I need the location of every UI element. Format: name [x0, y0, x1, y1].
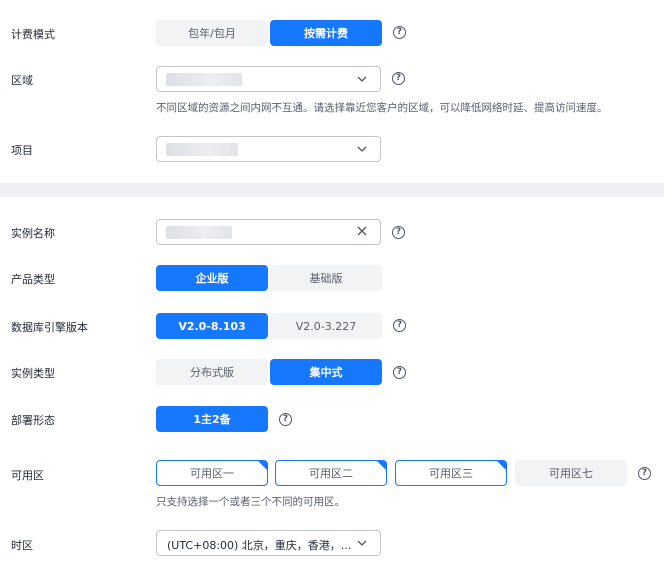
region-value-redacted — [166, 73, 242, 86]
az-option-7[interactable]: 可用区七 — [515, 460, 627, 486]
az-row: 可用区 可用区一 可用区二 可用区三 可用区七 ? 只支持选择一个或者三个不同的… — [0, 460, 664, 510]
region-row: 区域 ? 不同区域的资源之间内网不互通。请选择靠近您客户的区域，可以降低网络时延… — [0, 66, 664, 116]
project-label: 项目 — [11, 144, 33, 157]
region-hint: 不同区域的资源之间内网不互通。请选择靠近您客户的区域，可以降低网络时延、提高访问… — [156, 102, 608, 114]
instance-type-option-distributed[interactable]: 分布式版 — [156, 359, 268, 385]
help-icon[interactable]: ? — [638, 467, 651, 480]
help-icon[interactable]: ? — [393, 366, 406, 379]
deployment-option-1p2s[interactable]: 1主2备 — [156, 406, 268, 432]
timezone-value: (UTC+08:00) 北京，重庆，香港，... — [167, 539, 352, 552]
instance-name-value-redacted — [166, 226, 232, 239]
product-type-label: 产品类型 — [11, 273, 55, 286]
engine-version-option-3227[interactable]: V2.0-3.227 — [270, 313, 382, 339]
clear-icon[interactable] — [356, 225, 368, 237]
project-select[interactable] — [156, 136, 381, 162]
billing-option-pay-per-use[interactable]: 按需计费 — [270, 20, 382, 46]
instance-type-label: 实例类型 — [11, 367, 55, 380]
instance-type-option-centralized[interactable]: 集中式 — [270, 359, 382, 385]
timezone-row: 时区 (UTC+08:00) 北京，重庆，香港，... — [0, 530, 664, 556]
product-option-basic[interactable]: 基础版 — [270, 265, 382, 291]
product-option-enterprise[interactable]: 企业版 — [156, 265, 268, 291]
az-option-3[interactable]: 可用区三 — [395, 460, 507, 486]
chevron-down-icon — [357, 146, 367, 152]
chevron-down-icon — [357, 540, 367, 546]
az-option-3-label: 可用区三 — [429, 467, 473, 480]
instance-name-label: 实例名称 — [11, 227, 55, 240]
help-icon[interactable]: ? — [393, 26, 406, 39]
section-divider — [0, 183, 664, 197]
az-label: 可用区 — [11, 469, 44, 482]
help-icon[interactable]: ? — [392, 226, 405, 239]
instance-type-row: 实例类型 分布式版 集中式 ? — [0, 359, 664, 385]
engine-version-row: 数据库引擎版本 V2.0-8.103 V2.0-3.227 ? — [0, 313, 664, 339]
project-value-redacted — [166, 143, 238, 156]
billing-mode-label: 计费模式 — [11, 28, 55, 41]
product-type-row: 产品类型 企业版 基础版 — [0, 265, 664, 291]
engine-version-label: 数据库引擎版本 — [11, 321, 88, 334]
help-icon[interactable]: ? — [392, 72, 405, 85]
timezone-label: 时区 — [11, 539, 33, 552]
deployment-row: 部署形态 1主2备 ? — [0, 406, 664, 432]
help-icon[interactable]: ? — [393, 319, 406, 332]
billing-mode-row: 计费模式 包年/包月 按需计费 ? — [0, 20, 664, 46]
region-select[interactable] — [156, 66, 381, 92]
az-option-2[interactable]: 可用区二 — [275, 460, 387, 486]
help-icon[interactable]: ? — [279, 413, 292, 426]
region-label: 区域 — [11, 74, 33, 87]
timezone-select[interactable]: (UTC+08:00) 北京，重庆，香港，... — [156, 530, 381, 556]
az-hint: 只支持选择一个或者三个不同的可用区。 — [156, 496, 345, 508]
engine-version-option-8103[interactable]: V2.0-8.103 — [156, 313, 268, 339]
az-option-1[interactable]: 可用区一 — [156, 460, 268, 486]
billing-option-yearly-monthly[interactable]: 包年/包月 — [156, 20, 268, 46]
project-row: 项目 — [0, 136, 664, 162]
az-option-2-label: 可用区二 — [309, 467, 353, 480]
chevron-down-icon — [357, 76, 367, 82]
instance-name-row: 实例名称 ? — [0, 219, 664, 245]
instance-name-input[interactable] — [156, 219, 381, 245]
deployment-label: 部署形态 — [11, 414, 55, 427]
az-option-1-label: 可用区一 — [190, 467, 234, 480]
